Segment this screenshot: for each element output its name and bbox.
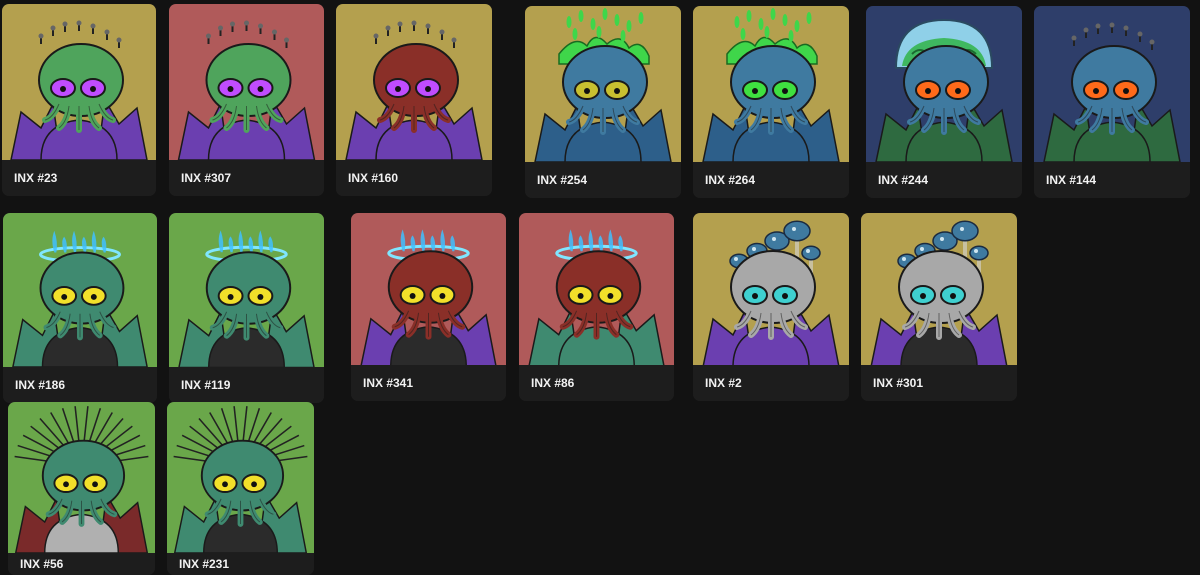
- nft-card[interactable]: INX #341: [351, 213, 506, 401]
- nft-artwork-image: [336, 4, 492, 160]
- nft-card[interactable]: INX #254: [525, 6, 681, 198]
- nft-card-title: INX #264: [693, 162, 849, 198]
- nft-card[interactable]: INX #231: [167, 402, 314, 575]
- nft-card-title: INX #23: [2, 160, 156, 196]
- nft-artwork-image: [693, 6, 849, 162]
- nft-card-title: INX #301: [861, 365, 1017, 401]
- nft-artwork-image: [861, 213, 1017, 365]
- nft-artwork-image: [351, 213, 506, 365]
- nft-artwork-image: [8, 402, 155, 553]
- nft-card-title: INX #119: [169, 367, 324, 403]
- nft-card-title: INX #144: [1034, 162, 1190, 198]
- nft-card[interactable]: INX #2: [693, 213, 849, 401]
- nft-card-title: INX #341: [351, 365, 506, 401]
- nft-card-title: INX #254: [525, 162, 681, 198]
- nft-artwork-image: [169, 213, 324, 367]
- nft-artwork-image: [3, 213, 157, 367]
- nft-card-title: INX #56: [8, 553, 155, 575]
- nft-card[interactable]: INX #119: [169, 213, 324, 403]
- nft-card[interactable]: INX #307: [169, 4, 324, 196]
- nft-card-title: INX #244: [866, 162, 1022, 198]
- nft-artwork-image: [2, 4, 156, 160]
- nft-card-title: INX #186: [3, 367, 157, 403]
- nft-card-title: INX #307: [169, 160, 324, 196]
- nft-card[interactable]: INX #244: [866, 6, 1022, 198]
- nft-card[interactable]: INX #301: [861, 213, 1017, 401]
- nft-card-title: INX #160: [336, 160, 492, 196]
- nft-artwork-image: [866, 6, 1022, 162]
- nft-card[interactable]: INX #56: [8, 402, 155, 575]
- nft-card[interactable]: INX #86: [519, 213, 674, 401]
- nft-card[interactable]: INX #264: [693, 6, 849, 198]
- nft-artwork-image: [169, 4, 324, 160]
- nft-card-title: INX #231: [167, 553, 314, 575]
- nft-artwork-image: [167, 402, 314, 553]
- nft-card[interactable]: INX #144: [1034, 6, 1190, 198]
- nft-card[interactable]: INX #160: [336, 4, 492, 196]
- nft-card-title: INX #2: [693, 365, 849, 401]
- nft-card[interactable]: INX #23: [2, 4, 156, 196]
- nft-card-title: INX #86: [519, 365, 674, 401]
- nft-artwork-image: [1034, 6, 1190, 162]
- nft-card[interactable]: INX #186: [3, 213, 157, 403]
- nft-artwork-image: [519, 213, 674, 365]
- nft-artwork-image: [693, 213, 849, 365]
- nft-artwork-image: [525, 6, 681, 162]
